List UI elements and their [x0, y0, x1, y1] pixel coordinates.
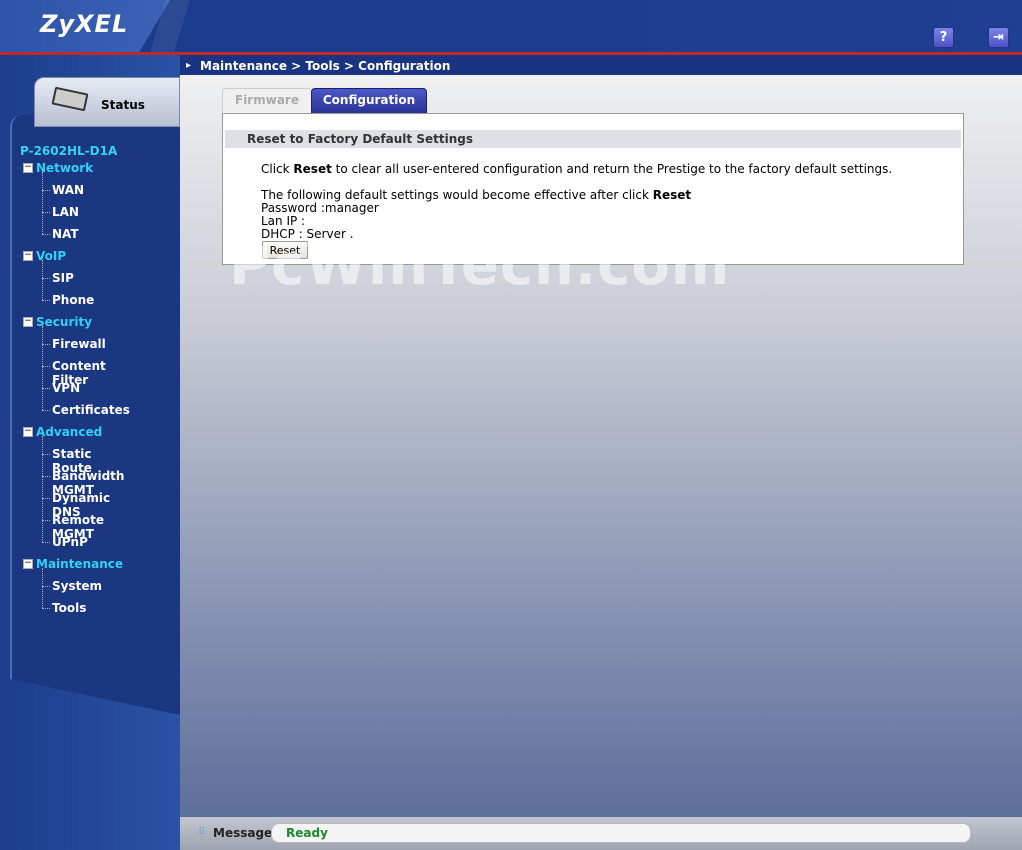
tree-branch: [42, 542, 50, 543]
text-emphasis: Reset: [652, 188, 692, 202]
nav-item-nat[interactable]: NAT: [52, 227, 79, 241]
breadcrumb-bar: ▸ Maintenance > Tools > Configuration: [180, 55, 1022, 75]
default-lan-ip: Lan IP :: [261, 214, 306, 228]
tree-branch: [42, 410, 50, 411]
watermark: PcWinTech.com: [229, 233, 731, 298]
nav-security[interactable]: Security: [36, 315, 92, 329]
message-grip-icon: ⠿: [198, 827, 206, 838]
sidebar: Status P-2602HL-D1A − Network WAN LAN NA…: [0, 55, 180, 850]
breadcrumb-arrow-icon: ▸: [186, 60, 192, 71]
nav-maintenance[interactable]: Maintenance: [36, 557, 123, 571]
tree-branch: [42, 586, 50, 587]
collapse-icon[interactable]: −: [23, 559, 33, 569]
nav-item-firewall[interactable]: Firewall: [52, 337, 106, 351]
breadcrumb: Maintenance > Tools > Configuration: [200, 59, 451, 73]
logout-icon[interactable]: ⇥: [988, 27, 1009, 48]
nav-item-phone[interactable]: Phone: [52, 293, 94, 307]
collapse-icon[interactable]: −: [23, 427, 33, 437]
nav-item-certificates[interactable]: Certificates: [52, 403, 130, 417]
reset-description: Click Reset to clear all user-entered co…: [261, 162, 892, 176]
tree-branch: [42, 608, 50, 609]
nav-item-lan[interactable]: LAN: [52, 205, 79, 219]
tree-branch: [42, 300, 50, 301]
text-segment: to clear all user-entered configuration …: [331, 162, 893, 176]
status-tab[interactable]: Status: [34, 77, 180, 127]
nav-item-wan[interactable]: WAN: [52, 183, 84, 197]
message-bar: ⠿ Message Ready: [180, 817, 1022, 850]
tree-branch: [42, 366, 50, 367]
tree-branch: [42, 278, 50, 279]
default-password: Password :manager: [261, 201, 379, 215]
tree-branch: [42, 476, 50, 477]
tree-branch: [42, 190, 50, 191]
tab-firmware[interactable]: Firmware: [222, 88, 312, 114]
tree-branch: [42, 520, 50, 521]
collapse-icon[interactable]: −: [23, 251, 33, 261]
tree-line: [42, 568, 43, 608]
nav-network[interactable]: Network: [36, 161, 93, 175]
nav-voip[interactable]: VoIP: [36, 249, 66, 263]
tree-branch: [42, 212, 50, 213]
tree-line: [42, 172, 43, 234]
main-content: ▸ Maintenance > Tools > Configuration Fi…: [180, 55, 1022, 817]
status-label: Status: [101, 98, 145, 112]
tree-branch: [42, 498, 50, 499]
nav-item-vpn[interactable]: VPN: [52, 381, 80, 395]
zyxel-logo: ZyXEL: [40, 10, 129, 38]
tree-branch: [42, 388, 50, 389]
message-field: Ready: [271, 823, 971, 843]
device-model: P-2602HL-D1A: [20, 144, 118, 158]
collapse-icon[interactable]: −: [23, 163, 33, 173]
router-icon: [51, 86, 89, 112]
tree-line: [42, 260, 43, 300]
tree-line: [42, 436, 43, 542]
text-emphasis: Reset: [293, 162, 332, 176]
collapse-icon[interactable]: −: [23, 317, 33, 327]
tree-branch: [42, 454, 50, 455]
message-label: Message: [213, 826, 273, 840]
nav-item-upnp[interactable]: UPnP: [52, 535, 88, 549]
text-segment: Click: [261, 162, 294, 176]
nav-item-sip[interactable]: SIP: [52, 271, 74, 285]
nav-advanced[interactable]: Advanced: [36, 425, 102, 439]
message-value: Ready: [286, 826, 328, 840]
text-segment: The following default settings would bec…: [261, 188, 653, 202]
nav-item-tools[interactable]: Tools: [52, 601, 86, 615]
tree-branch: [42, 234, 50, 235]
tree-branch: [42, 344, 50, 345]
panel-title: Reset to Factory Default Settings: [225, 130, 961, 148]
nav-item-system[interactable]: System: [52, 579, 102, 593]
header: ZyXEL ? ⇥: [0, 0, 1022, 52]
tree-line: [42, 326, 43, 410]
help-icon[interactable]: ?: [933, 27, 954, 48]
tab-configuration[interactable]: Configuration: [311, 88, 427, 114]
defaults-intro: The following default settings would bec…: [261, 188, 691, 202]
